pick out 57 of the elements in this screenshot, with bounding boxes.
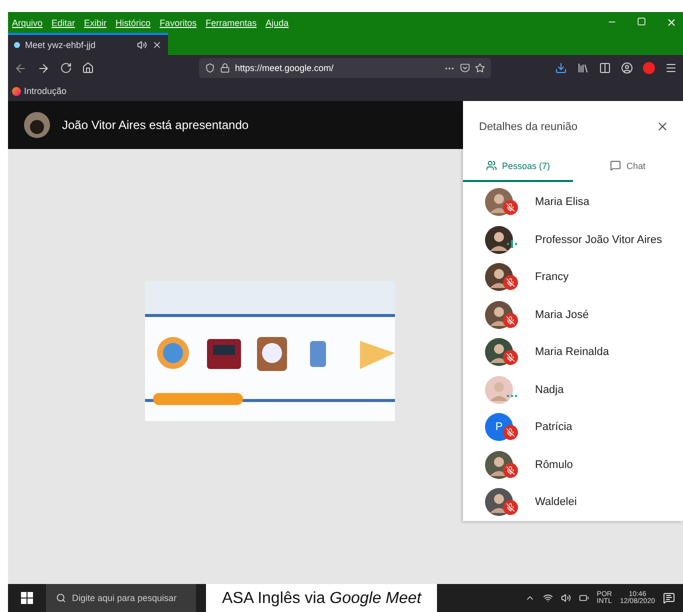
shield-icon (205, 63, 215, 73)
menu-icon[interactable] (665, 62, 677, 74)
pocket-icon[interactable] (460, 63, 470, 73)
maximize-icon[interactable] (637, 17, 646, 26)
participant-name: Maria José (535, 308, 589, 321)
participant-name: Maria Elisa (535, 196, 590, 208)
panel-title: Detalhes da reunião (479, 120, 578, 133)
participant-name: Professor João Vitor Aires (535, 234, 662, 246)
panel-tab[interactable]: Chat (573, 152, 683, 182)
menu-item[interactable]: Ferramentas (206, 18, 257, 28)
close-icon[interactable] (656, 120, 669, 134)
panel-tab[interactable]: Pessoas (7) (463, 152, 573, 182)
home-icon[interactable] (82, 62, 94, 74)
avatar (485, 376, 513, 404)
back-icon[interactable] (14, 62, 27, 74)
sidebar-icon[interactable] (599, 62, 611, 74)
download-icon[interactable] (555, 62, 567, 74)
reload-icon[interactable] (60, 62, 72, 74)
forward-icon[interactable] (37, 62, 50, 74)
participant-name: Nadja (535, 384, 564, 396)
speaker-icon[interactable] (137, 40, 147, 50)
lock-icon (220, 63, 230, 73)
participant-name: Maria Reinalda (535, 346, 609, 358)
participant-name: Patrícia (535, 421, 572, 434)
menu-item[interactable]: Favoritos (160, 18, 197, 28)
close-tab-icon[interactable] (152, 40, 162, 50)
quiet-dots-icon (507, 394, 517, 397)
menu-item[interactable]: Exibir (84, 18, 107, 28)
participant-name: Francy (535, 271, 569, 284)
bookmark[interactable]: Introdução (12, 86, 67, 96)
search-icon (56, 593, 66, 603)
menu-item[interactable]: Arquivo (12, 18, 43, 28)
search-field[interactable]: Digite aqui para pesquisar (46, 584, 196, 612)
browser-tab[interactable]: Meet ywz-ehbf-jjd (8, 33, 168, 55)
participant-name: Waldelei (535, 496, 577, 508)
presenter-avatar (24, 112, 50, 138)
close-icon[interactable] (666, 17, 677, 28)
library-icon[interactable] (577, 62, 589, 74)
caption: ASA Inglês via Google Meet (206, 584, 438, 612)
account-icon[interactable] (621, 62, 633, 74)
bookmark-star-icon[interactable] (475, 63, 485, 73)
windows-icon[interactable] (21, 592, 33, 604)
site-icon (14, 42, 20, 48)
presenter-label: João Vitor Aires está apresentando (62, 118, 249, 132)
notifications-icon[interactable] (663, 592, 675, 604)
avatar (485, 226, 513, 254)
menu-item[interactable]: Editar (52, 18, 76, 28)
chat-icon (610, 160, 622, 172)
menu-item[interactable]: Histórico (116, 18, 151, 28)
battery-icon[interactable] (578, 593, 589, 603)
address-bar[interactable]: https://meet.google.com/ (199, 58, 491, 78)
network-icon[interactable] (542, 593, 553, 603)
volume-icon[interactable] (560, 593, 571, 603)
people-icon (486, 160, 497, 172)
participant-name: Rômulo (535, 458, 573, 471)
menu-item[interactable]: Ajuda (266, 18, 289, 28)
extension-icon[interactable] (643, 62, 655, 74)
